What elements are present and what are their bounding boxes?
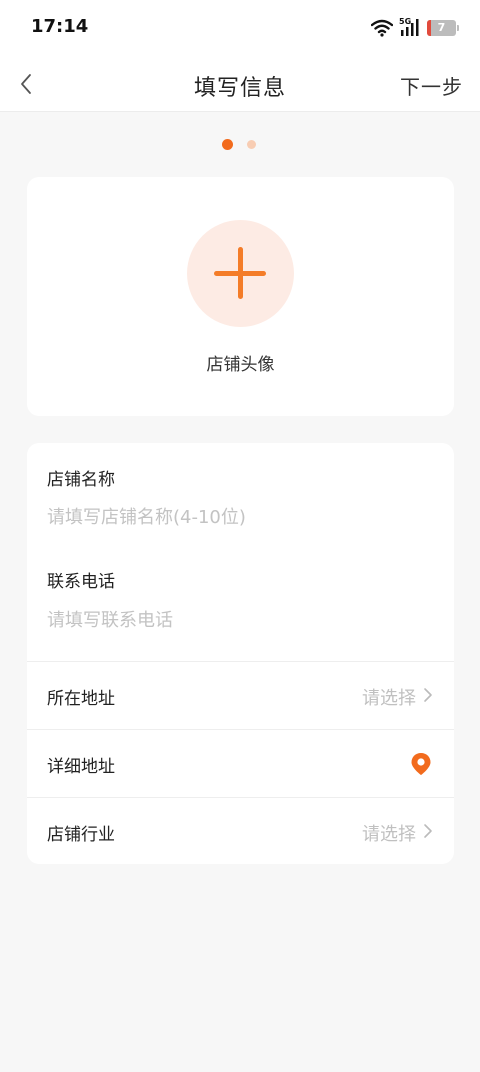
- shop-name-label: 店铺名称: [47, 470, 115, 490]
- detail-address-label: 详细地址: [47, 757, 115, 777]
- status-bar: 17:14 5G 7: [0, 0, 480, 56]
- add-avatar-button[interactable]: [187, 220, 294, 327]
- address-value: 请选择: [362, 688, 416, 709]
- chevron-right-icon: [424, 824, 432, 838]
- battery-level: 7: [437, 21, 446, 34]
- nav-bar: 填写信息 下一步: [0, 56, 480, 112]
- shop-name-input[interactable]: [47, 507, 427, 528]
- page-dot-inactive: [247, 140, 256, 149]
- industry-row[interactable]: 店铺行业 请选择: [27, 798, 454, 865]
- location-pin-icon[interactable]: [410, 752, 432, 776]
- phone-input[interactable]: [47, 610, 427, 631]
- shop-form: 店铺名称 联系电话 所在地址 请选择 详细地址 店铺行业 请选择: [27, 443, 454, 864]
- avatar-label: 店铺头像: [206, 355, 275, 375]
- chevron-right-icon: [424, 688, 432, 702]
- status-icons: 5G 7: [371, 16, 459, 40]
- page-indicator: [0, 139, 480, 151]
- signal-icon: 5G: [399, 17, 421, 38]
- phone-label: 联系电话: [47, 572, 115, 592]
- address-label: 所在地址: [47, 689, 115, 709]
- wifi-icon: [371, 19, 393, 37]
- next-step-button[interactable]: 下一步: [400, 71, 463, 100]
- detail-address-row[interactable]: 详细地址: [27, 730, 454, 797]
- industry-label: 店铺行业: [47, 825, 115, 845]
- avatar-card: 店铺头像: [27, 177, 454, 416]
- industry-value: 请选择: [362, 824, 416, 845]
- status-time: 17:14: [31, 16, 89, 37]
- page-dot-active: [222, 139, 233, 150]
- address-row[interactable]: 所在地址 请选择: [27, 662, 454, 729]
- battery-icon: 7: [427, 20, 459, 36]
